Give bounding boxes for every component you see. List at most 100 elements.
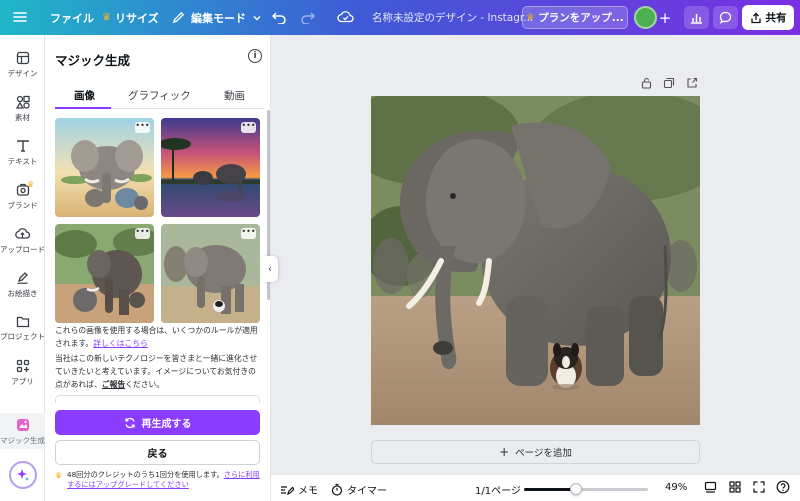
resize-label: リサイズ: [114, 11, 159, 25]
refresh-icon: [124, 417, 135, 428]
avatar[interactable]: [634, 6, 657, 29]
rail-item-magic-media[interactable]: マジック生成: [0, 413, 45, 449]
upgrade-plan-label: プランをアップ...: [538, 12, 624, 24]
rail-item-draw[interactable]: お絵描き: [0, 271, 45, 311]
rail-item-projects[interactable]: プロジェクト: [0, 315, 45, 355]
edit-mode-label: 編集モード: [191, 11, 246, 25]
prompt-field[interactable]: [55, 395, 260, 403]
rail-item-upload[interactable]: アップロード: [0, 227, 45, 267]
zoom-level[interactable]: 49%: [665, 482, 687, 493]
rail-label: アプリ: [11, 377, 34, 386]
generated-image-2[interactable]: •••: [161, 118, 260, 217]
plus-icon: +: [658, 8, 672, 27]
draw-icon: [16, 272, 28, 285]
more-options-icon[interactable]: •••: [135, 228, 150, 239]
timer-label: タイマー: [347, 486, 387, 497]
generated-image-1[interactable]: •••: [55, 118, 154, 217]
rail-label: マジック生成: [0, 436, 45, 445]
zoom-slider[interactable]: [524, 483, 648, 495]
rail-item-apps[interactable]: アプリ: [0, 359, 45, 399]
rules-text: これらの画像を使用する場合は、いくつかのルールが適用されます。: [55, 326, 258, 348]
folder-icon: [16, 316, 29, 328]
rail-label: アップロード: [0, 245, 45, 254]
undo-icon[interactable]: [271, 10, 287, 27]
share-button[interactable]: 共有: [742, 5, 794, 30]
add-page-button[interactable]: + ページを追加: [371, 440, 700, 464]
rail-item-brand[interactable]: ブランド ♛: [0, 180, 45, 223]
lock-icon[interactable]: [641, 77, 652, 89]
rail-item-elements[interactable]: 素材: [0, 95, 45, 135]
elements-icon: [15, 95, 30, 109]
sparkle-icon: [17, 469, 29, 481]
fullscreen-icon[interactable]: [753, 481, 765, 493]
help-icon[interactable]: [776, 480, 790, 494]
tab-images[interactable]: 画像: [74, 88, 95, 103]
cloud-saved-icon[interactable]: [337, 10, 354, 27]
insights-button[interactable]: [684, 6, 709, 29]
regenerate-button[interactable]: 再生成する: [55, 410, 260, 435]
chevron-left-icon: ‹: [268, 263, 272, 275]
pencil-icon: [172, 11, 185, 24]
canvas-image[interactable]: [371, 96, 700, 425]
credits-text: 48回分のクレジットのうち1回分を使用します。: [67, 470, 224, 479]
generated-image-3[interactable]: •••: [55, 224, 154, 323]
tab-video[interactable]: 動画: [224, 88, 245, 103]
page-view-icon[interactable]: [704, 481, 717, 494]
left-rail: デザイン 素材 テキスト ブランド ♛ アップロード お絵描き プロジェクト ア…: [0, 35, 45, 501]
plus-icon: +: [499, 445, 510, 459]
notes-label: メモ: [298, 486, 318, 497]
magic-media-icon: [16, 419, 29, 431]
duplicate-page-icon[interactable]: [663, 77, 675, 89]
grid-view-icon[interactable]: [729, 481, 741, 493]
upgrade-plan-button[interactable]: ♛ プランをアップ...: [522, 6, 628, 29]
file-menu-label: ファイル: [50, 11, 94, 25]
text-icon: [16, 140, 29, 152]
rail-label: デザイン: [7, 69, 38, 78]
rail-item-text[interactable]: テキスト: [0, 139, 45, 179]
zoom-slider-fill: [524, 488, 577, 491]
bottom-bar: メモ タイマー 1/1ページ 49%: [271, 474, 800, 501]
tab-graphics[interactable]: グラフィック: [128, 88, 191, 103]
info-icon[interactable]: i: [248, 49, 262, 63]
edit-mode-dropdown[interactable]: 編集モード: [172, 0, 262, 35]
panel-title: マジック生成: [55, 53, 131, 68]
apps-icon: [16, 359, 29, 373]
collapse-panel-button[interactable]: ‹: [262, 256, 278, 282]
crown-icon: ♛: [526, 12, 535, 23]
learn-more-link[interactable]: 詳しくはこちら: [93, 339, 148, 348]
more-options-icon[interactable]: •••: [241, 228, 256, 239]
add-collaborator-button[interactable]: +: [655, 6, 675, 29]
file-menu[interactable]: ファイル: [50, 0, 94, 35]
menu-icon[interactable]: [12, 9, 28, 25]
rail-item-design[interactable]: デザイン: [0, 51, 45, 91]
back-button[interactable]: 戻る: [55, 440, 260, 465]
feedback-notice: 当社はこの新しいテクノロジーを皆さまと一緒に進化させていきたいと考えています。イ…: [55, 352, 261, 391]
zoom-slider-thumb[interactable]: [570, 483, 583, 495]
media-tabs: 画像 グラフィック 動画: [55, 85, 265, 109]
more-options-icon[interactable]: •••: [135, 122, 150, 133]
rail-label: お絵描き: [7, 289, 38, 298]
report-link[interactable]: ご報告: [102, 380, 125, 389]
design-icon: [16, 51, 29, 65]
resize-button[interactable]: ♛ リサイズ: [102, 0, 159, 35]
comment-button[interactable]: [713, 6, 738, 29]
share-label: 共有: [765, 12, 787, 24]
generated-image-4[interactable]: •••: [161, 224, 260, 323]
add-page-icon[interactable]: [686, 77, 698, 89]
rail-label: プロジェクト: [0, 332, 45, 341]
document-title[interactable]: 名称未設定のデザイン - Instagr...: [372, 0, 533, 35]
credits-notice: 48回分のクレジットのうち1回分を使用します。さらに利用するにはアップグレードし…: [67, 470, 263, 490]
regenerate-label: 再生成する: [141, 419, 192, 430]
timer-button[interactable]: タイマー: [331, 482, 387, 497]
active-tab-indicator: [55, 107, 111, 109]
top-bar: ファイル ♛ リサイズ 編集モード 名称未設定のデザイン - Instagr..…: [0, 0, 800, 35]
page-indicator[interactable]: 1/1ページ: [475, 482, 521, 497]
more-options-icon[interactable]: •••: [241, 122, 256, 133]
tech-text-end: ください。: [125, 380, 165, 389]
upload-icon: [15, 228, 30, 239]
notes-button[interactable]: メモ: [280, 482, 318, 497]
crown-icon: ♛: [102, 12, 111, 23]
magic-assistant-button[interactable]: [9, 461, 37, 489]
redo-icon[interactable]: [300, 10, 316, 27]
rail-label: 素材: [15, 113, 30, 122]
